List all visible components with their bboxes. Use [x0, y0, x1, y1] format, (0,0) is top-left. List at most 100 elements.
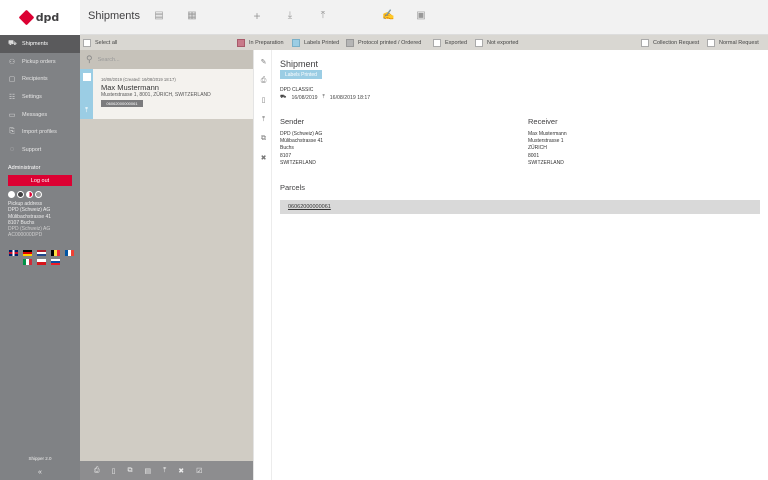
theme-grey-swatch[interactable]: [35, 191, 42, 198]
list-item-meta: 16/08/2019 (Created: 16/08/2019 18:17): [101, 77, 176, 82]
normal-request-checkbox[interactable]: [707, 38, 715, 47]
flag-netherlands-icon[interactable]: [36, 250, 46, 256]
settings-icon: ☷: [8, 93, 16, 101]
truck-icon: ⛟: [8, 40, 17, 48]
filter-protocol-printed[interactable]: Protocol printed / Ordered: [346, 38, 421, 47]
clipboard-icon[interactable]: ▯: [254, 96, 273, 104]
receiver-name: Max Mustermann: [528, 131, 567, 137]
flag-uk-icon[interactable]: [8, 250, 18, 256]
upload-icon: ⤒: [84, 107, 89, 114]
sidebar-item-label: Recipients: [22, 76, 48, 83]
sidebar-item-label: Pickup orders: [22, 58, 56, 65]
search-bar[interactable]: ⚲ Search...: [80, 50, 253, 69]
copy-icon[interactable]: ⧉: [127, 467, 132, 475]
flag-slovakia-icon[interactable]: [50, 259, 60, 265]
sidebar-item-shipments[interactable]: ⛟ Shipments: [0, 35, 80, 53]
created-date: 16/08/2019 18:17: [329, 94, 371, 101]
flag-germany-icon[interactable]: [22, 250, 32, 256]
delete-icon[interactable]: ✖: [178, 467, 184, 475]
logout-button[interactable]: Log out: [8, 175, 72, 186]
in-preparation-checkbox[interactable]: [237, 38, 245, 47]
filter-collection-request[interactable]: Collection Request: [641, 38, 700, 47]
contact-card-icon: ▢: [8, 76, 16, 84]
calendar-clock-icon[interactable]: ▣: [415, 11, 427, 21]
sender-heading: Sender: [280, 117, 305, 126]
exported-checkbox[interactable]: [433, 38, 441, 47]
detail-toolbar: ✎ ⎙ ▯ ⤒ ⧉ ✖: [253, 50, 272, 480]
normal-request-label: Normal Request: [719, 39, 759, 46]
document-icon[interactable]: ▤: [144, 467, 151, 475]
receiver-heading: Receiver: [528, 117, 558, 126]
filter-labels-printed[interactable]: Labels Printed: [292, 38, 340, 47]
collection-request-checkbox[interactable]: [641, 38, 649, 47]
detail-title: Shipment: [280, 59, 319, 69]
delete-icon[interactable]: ✖: [254, 154, 273, 162]
checklist-icon[interactable]: ☑: [196, 467, 202, 475]
sidebar: ⛟ Shipments ⚇ Pickup orders ▢ Recipients…: [0, 35, 80, 480]
search-icon: ⚲: [86, 54, 93, 64]
page-title: Shipments: [88, 10, 140, 22]
edit-icon[interactable]: ✎: [254, 58, 273, 66]
pickup-line5: AC000000DPD: [8, 232, 43, 239]
truck-icon: ⛟: [280, 94, 287, 100]
protocol-printed-checkbox[interactable]: [346, 38, 354, 47]
parcel-link[interactable]: 06062000000061: [280, 200, 760, 214]
sidebar-item-label: Settings: [22, 93, 42, 100]
grid-icon[interactable]: ▦: [186, 11, 198, 21]
sidebar-item-pickup-orders[interactable]: ⚇ Pickup orders: [0, 53, 80, 71]
not-exported-checkbox[interactable]: [475, 38, 483, 47]
view-list-icon[interactable]: ▤: [153, 11, 165, 21]
sidebar-item-messages[interactable]: ▭ Messages: [0, 106, 80, 124]
clipboard-icon[interactable]: ▯: [112, 467, 116, 475]
copy-icon[interactable]: ⧉: [254, 135, 273, 143]
receiver-city: ZÜRICH: [528, 145, 547, 152]
pickup-line2: Mülibachstrasse 41: [8, 213, 52, 220]
shipment-dates: ⛟ 16/08/2019 ⤒ 16/08/2019 18:17: [280, 94, 370, 101]
signature-icon[interactable]: ✍: [382, 11, 394, 21]
theme-white-swatch[interactable]: [8, 191, 15, 198]
flag-belgium-icon[interactable]: [50, 250, 60, 256]
pickup-address: Pickup address DPD (Schweiz) AG Mülibach…: [8, 201, 51, 239]
upload-icon[interactable]: ⤒: [163, 467, 166, 475]
filter-in-preparation[interactable]: In Preparation: [237, 38, 284, 47]
list-item[interactable]: ⤒ 16/08/2019 (Created: 16/08/2019 18:17)…: [80, 69, 253, 119]
select-all[interactable]: Select all: [83, 38, 117, 47]
logo-text: dpd: [35, 11, 60, 24]
theme-dark-swatch[interactable]: [17, 191, 24, 198]
print-icon[interactable]: ⎙: [94, 467, 100, 475]
filter-bar: Select all In Preparation Labels Printed…: [80, 35, 768, 50]
parcels-heading: Parcels: [280, 183, 306, 192]
filter-not-exported[interactable]: Not exported: [475, 38, 519, 47]
sidebar-item-recipients[interactable]: ▢ Recipients: [0, 70, 80, 88]
print-icon[interactable]: ⎙: [254, 77, 273, 85]
shipment-detail: Shipment Labels Printed DPD CLASSIC ⛟ 16…: [272, 50, 768, 480]
flag-czech-icon[interactable]: [36, 259, 46, 265]
list-item-checkbox[interactable]: [82, 73, 91, 81]
sidebar-item-import-profiles[interactable]: ⎘ Import profiles: [0, 123, 80, 141]
theme-red-swatch[interactable]: [26, 191, 33, 198]
sidebar-item-support[interactable]: ◌ Support: [0, 141, 80, 159]
dpd-logo: dpd: [0, 0, 80, 35]
filter-exported[interactable]: Exported: [433, 38, 467, 47]
role-label: Administrator: [8, 165, 41, 171]
flag-italy-icon[interactable]: [22, 259, 32, 265]
list-item-name: Max Mustermann: [101, 83, 159, 92]
collapse-sidebar-icon[interactable]: «: [0, 469, 80, 476]
plus-icon[interactable]: +: [251, 10, 263, 22]
select-all-checkbox[interactable]: [83, 38, 91, 47]
flag-france-icon[interactable]: [64, 250, 74, 256]
download-icon[interactable]: ⤓: [284, 11, 296, 21]
sidebar-item-settings[interactable]: ☷ Settings: [0, 88, 80, 106]
labels-printed-checkbox[interactable]: [292, 38, 300, 47]
search-input[interactable]: Search...: [98, 57, 120, 63]
filter-normal-request[interactable]: Normal Request: [707, 38, 759, 47]
shipment-list-pane: ⚲ Search... ⤒ 16/08/2019 (Created: 16/08…: [80, 50, 253, 480]
upload-icon[interactable]: ⤒: [254, 116, 273, 124]
in-preparation-label: In Preparation: [249, 39, 284, 46]
receiver-address: Max Mustermann Musterstrasse 1 ZÜRICH 80…: [528, 131, 567, 167]
upload-icon[interactable]: ⤒: [317, 11, 329, 21]
sidebar-item-label: Support: [22, 146, 42, 153]
labels-printed-label: Labels Printed: [304, 39, 340, 46]
collection-request-label: Collection Request: [653, 39, 700, 46]
list-toolbar: ⎙ ▯ ⧉ ▤ ⤒ ✖ ☑: [80, 461, 253, 480]
